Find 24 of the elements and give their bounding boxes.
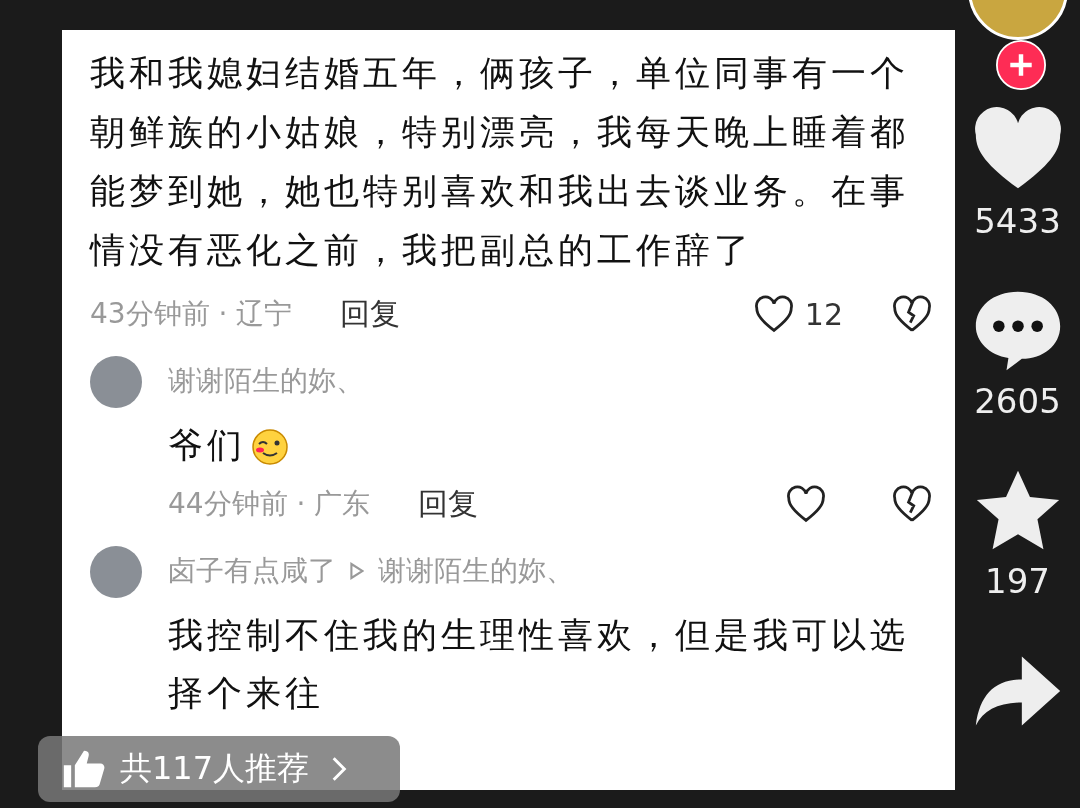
broken-heart-icon[interactable]	[891, 485, 933, 523]
like-icon[interactable]	[752, 295, 795, 333]
like-count: 12	[804, 296, 843, 332]
recommend-button[interactable]: 共117人推荐	[38, 736, 400, 802]
action-count: 5433	[974, 200, 1061, 241]
reply-author[interactable]: 卤子有点咸了	[168, 552, 336, 590]
avatar[interactable]	[90, 546, 142, 598]
chevron-right-icon	[331, 755, 348, 783]
comment-time: 43分钟前 · 辽宁	[90, 296, 293, 332]
comment-text: 我和我媳妇结婚五年，俩孩子，单位同事有一个朝鲜族的小姑娘，特别漂亮，我每天晚上睡着都能梦到她，她也特别喜欢和我出去谈业务。在事情没有恶化之前，我把副总的工作辞了	[90, 52, 910, 272]
reply-text: 爷们	[168, 425, 246, 465]
avatar[interactable]	[90, 356, 142, 408]
broken-heart-icon[interactable]	[891, 295, 933, 333]
like-icon[interactable]	[785, 485, 827, 523]
reply-button[interactable]: 回复	[340, 293, 401, 335]
play-triangle-icon	[350, 562, 364, 580]
action-count: 197	[985, 561, 1050, 602]
follow-plus-icon[interactable]	[995, 40, 1046, 90]
reply-button[interactable]: 回复	[418, 483, 479, 525]
reply-time: 44分钟前 · 广东	[168, 486, 371, 522]
reply-target[interactable]: 谢谢陌生的妳、	[378, 552, 574, 590]
reply-text: 我控制不住我的生理性喜欢，但是我可以选择个来往	[168, 615, 909, 713]
reply-author[interactable]: 谢谢陌生的妳、	[168, 362, 364, 400]
action-count: 2605	[974, 380, 1061, 421]
